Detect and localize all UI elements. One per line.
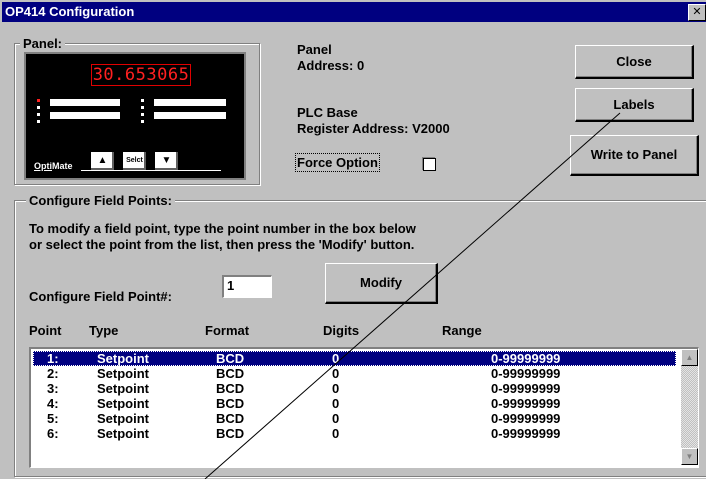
- display-underline: [81, 170, 221, 171]
- display-line: [50, 112, 120, 119]
- modify-button[interactable]: Modify: [325, 263, 438, 304]
- column-header-point: Point: [29, 323, 62, 338]
- indicator-led: [37, 106, 40, 109]
- scroll-up-icon[interactable]: ▲: [681, 349, 698, 366]
- indicator-led: [141, 99, 144, 102]
- display-readout: 30.653065: [91, 64, 191, 86]
- close-button[interactable]: Close: [575, 45, 694, 79]
- column-header-range: Range: [442, 323, 482, 338]
- optimate-logo: OptiMate: [34, 161, 73, 171]
- indicator-led: [37, 120, 40, 123]
- labels-button[interactable]: Labels: [575, 88, 694, 122]
- indicator-led: [141, 113, 144, 116]
- panel-display: 30.653065 ▲ Selct ▼ OptiMate: [24, 52, 246, 180]
- list-item[interactable]: 6: Setpoint BCD 0 0-99999999: [33, 426, 676, 441]
- indicator-led: [37, 99, 40, 102]
- display-line: [154, 112, 226, 119]
- down-arrow-key[interactable]: ▼: [154, 151, 179, 171]
- display-line: [154, 99, 226, 106]
- op414-config-window: OP414 Configuration ✕ Panel: 30.653065 ▲…: [0, 0, 706, 479]
- panel-group-label: Panel:: [20, 36, 66, 51]
- instructions-line-1: To modify a field point, type the point …: [29, 221, 416, 236]
- indicator-led: [37, 113, 40, 116]
- write-to-panel-button[interactable]: Write to Panel: [570, 135, 699, 176]
- field-points-group-label: Configure Field Points:: [26, 193, 175, 208]
- list-item[interactable]: 5: Setpoint BCD 0 0-99999999: [33, 411, 676, 426]
- list-item[interactable]: 3: Setpoint BCD 0 0-99999999: [33, 381, 676, 396]
- select-key[interactable]: Selct: [122, 151, 147, 171]
- vertical-scrollbar[interactable]: ▲ ▼: [681, 349, 698, 465]
- point-number-field[interactable]: 1: [222, 275, 272, 298]
- field-points-list[interactable]: 1: Setpoint BCD 0 0-99999999 2: Setpoint…: [29, 347, 699, 468]
- list-item[interactable]: 1: Setpoint BCD 0 0-99999999: [33, 351, 676, 366]
- indicator-led: [141, 106, 144, 109]
- indicator-led: [141, 120, 144, 123]
- column-header-type: Type: [89, 323, 119, 338]
- point-input-label: Configure Field Point#:: [29, 289, 172, 304]
- column-header-digits: Digits: [323, 323, 360, 338]
- column-header-format: Format: [205, 323, 250, 338]
- list-item[interactable]: 4: Setpoint BCD 0 0-99999999: [33, 396, 676, 411]
- force-option-label[interactable]: Force Option: [295, 153, 380, 172]
- display-line: [50, 99, 120, 106]
- close-icon[interactable]: ✕: [688, 4, 706, 21]
- register-address: Register Address: V2000: [297, 121, 450, 136]
- up-arrow-key[interactable]: ▲: [90, 151, 115, 171]
- instructions-line-2: or select the point from the list, then …: [29, 237, 415, 252]
- list-item[interactable]: 2: Setpoint BCD 0 0-99999999: [33, 366, 676, 381]
- window-title: OP414 Configuration: [5, 4, 135, 19]
- force-option-checkbox[interactable]: [423, 158, 436, 171]
- title-bar[interactable]: OP414 Configuration ✕: [2, 2, 706, 22]
- scroll-down-icon[interactable]: ▼: [681, 448, 698, 465]
- plc-base-label: PLC Base: [297, 105, 358, 120]
- panel-address-label: Panel: [297, 42, 332, 57]
- panel-address-value: Address: 0: [297, 58, 365, 73]
